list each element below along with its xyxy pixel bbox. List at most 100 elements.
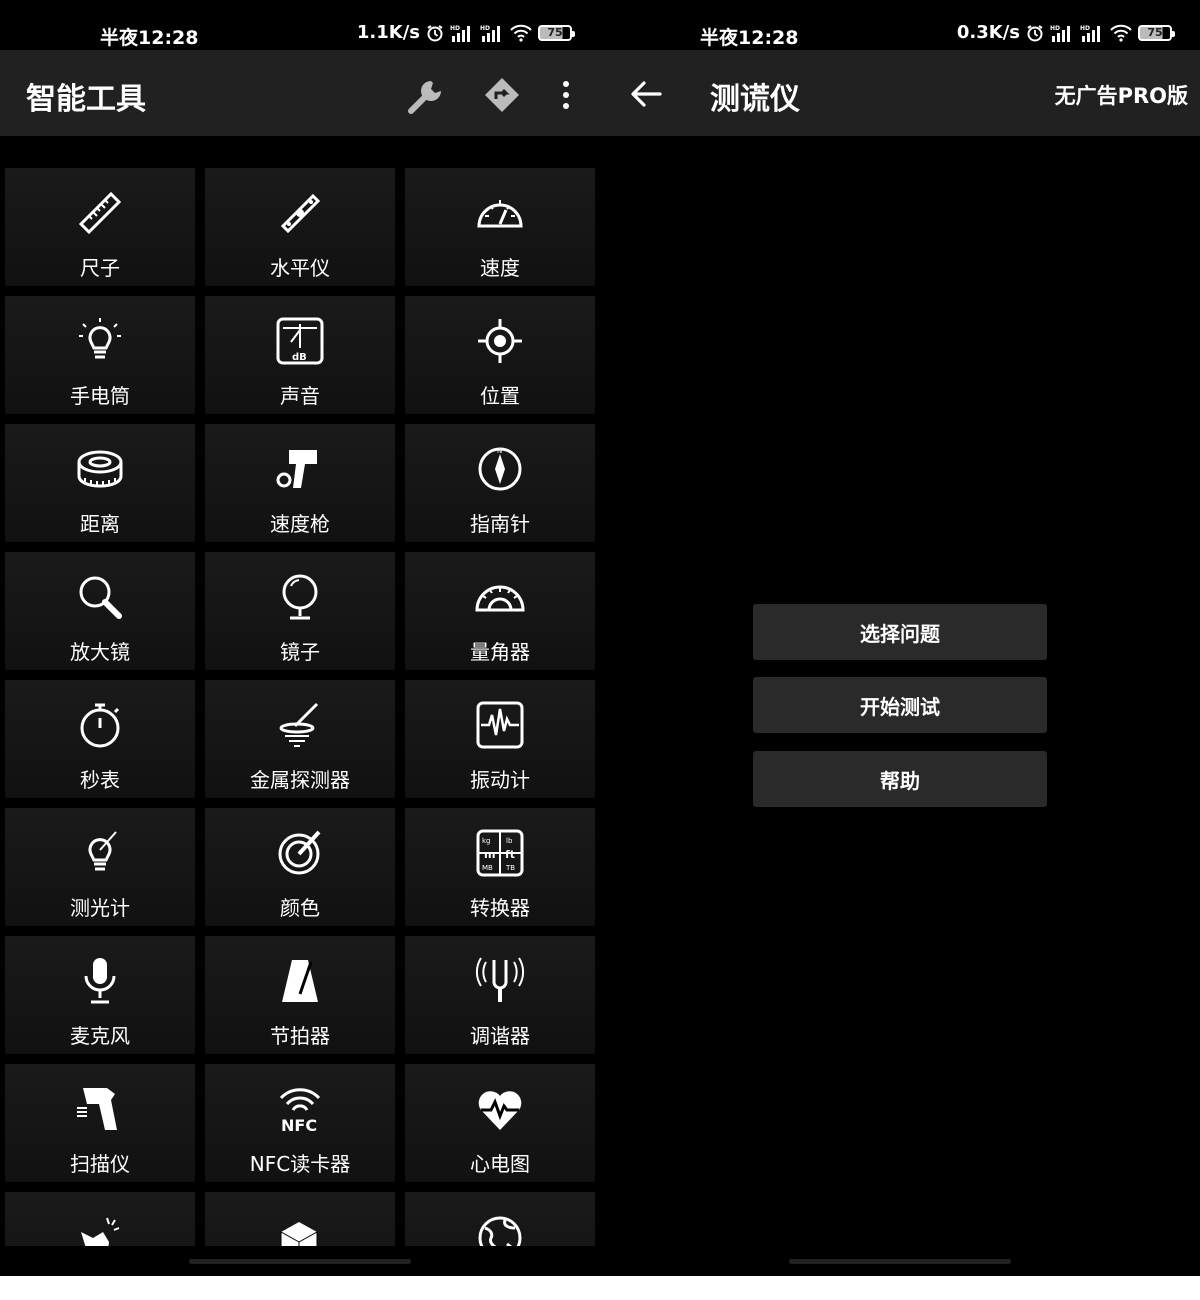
- speedometer-icon: [475, 188, 525, 238]
- wifi-icon: [1110, 24, 1132, 42]
- svg-text:TB: TB: [505, 864, 515, 872]
- tool-label: 转换器: [470, 896, 530, 920]
- tool-tile[interactable]: 位置: [405, 296, 595, 414]
- hand-icon: [75, 1212, 125, 1246]
- metronome-icon: [275, 956, 325, 1006]
- tool-label: 尺子: [80, 256, 120, 280]
- tool-label: 量角器: [470, 640, 530, 664]
- tool-tile[interactable]: [405, 1192, 595, 1246]
- tool-label: 距离: [80, 512, 120, 536]
- tool-tile[interactable]: 秒表: [5, 680, 195, 798]
- tool-tile[interactable]: 水平仪: [205, 168, 395, 286]
- tool-label: 秒表: [80, 768, 120, 792]
- protractor-icon: [475, 572, 525, 622]
- stopwatch-icon: [75, 700, 125, 750]
- tool-tile[interactable]: dB 声音: [205, 296, 395, 414]
- more-options-icon[interactable]: [544, 73, 588, 117]
- svg-text:HD: HD: [1050, 25, 1060, 32]
- wrench-icon[interactable]: [405, 73, 449, 117]
- tool-tile[interactable]: 振动计: [405, 680, 595, 798]
- tool-label: 手电筒: [70, 384, 130, 408]
- tool-tile[interactable]: 镜子: [205, 552, 395, 670]
- tool-label: 水平仪: [270, 256, 330, 280]
- network-speed: 0.3K/s: [956, 22, 1020, 43]
- light-meter-icon: [75, 828, 125, 878]
- mirror-icon: [275, 572, 325, 622]
- pro-version-button[interactable]: 无广告PRO版: [1055, 80, 1188, 110]
- svg-text:lb: lb: [506, 837, 513, 845]
- tool-tile[interactable]: 放大镜: [5, 552, 195, 670]
- ruler-icon: [75, 188, 125, 238]
- tool-label: 麦克风: [70, 1024, 130, 1048]
- tool-tile[interactable]: kg lb m ft MB TB 转换器: [405, 808, 595, 926]
- tool-tile[interactable]: 颜色: [205, 808, 395, 926]
- tool-grid: 尺子 水平仪 速度手电筒 dB 声音 位置距离 速度枪 N 指南针放大镜 镜子 量角器秒表 金属探测器…: [5, 168, 595, 1246]
- tool-tile[interactable]: 麦克风: [5, 936, 195, 1054]
- heart-rate-icon: [475, 1084, 525, 1134]
- color-icon: [275, 828, 325, 878]
- help-button[interactable]: 帮助: [753, 751, 1047, 807]
- select-question-button[interactable]: 选择问题: [753, 604, 1047, 660]
- svg-text:HD: HD: [450, 25, 460, 32]
- network-speed: 1.1K/s: [356, 22, 420, 43]
- tool-tile[interactable]: 测光计: [5, 808, 195, 926]
- svg-text:dB: dB: [292, 352, 307, 363]
- gesture-bar: [189, 1259, 411, 1264]
- tool-label: 镜子: [280, 640, 320, 664]
- tool-label: 振动计: [470, 768, 530, 792]
- dice-icon: [275, 1212, 325, 1246]
- gesture-bar: [789, 1259, 1011, 1264]
- status-bar: 半夜12:28 0.3K/s HD HD 75: [600, 0, 1200, 50]
- start-test-button[interactable]: 开始测试: [753, 677, 1047, 733]
- microphone-icon: [75, 956, 125, 1006]
- tool-tile[interactable]: 心电图: [405, 1064, 595, 1182]
- svg-text:HD: HD: [1080, 25, 1090, 32]
- scanner-icon: [75, 1084, 125, 1134]
- tool-label: 速度枪: [270, 512, 330, 536]
- directions-icon[interactable]: [480, 73, 524, 117]
- tool-tile[interactable]: NFC NFC读卡器: [205, 1064, 395, 1182]
- tool-tile[interactable]: 金属探测器: [205, 680, 395, 798]
- tuner-icon: [475, 956, 525, 1006]
- page-title: 测谎仪: [710, 82, 800, 117]
- tool-label: 测光计: [70, 896, 130, 920]
- status-indicators: 1.1K/s HD HD 75: [356, 22, 575, 43]
- lie-detector-screen: 半夜12:28 0.3K/s HD HD 75 测谎仪 无广告PRO版 选择问题…: [600, 0, 1200, 1276]
- tool-tile[interactable]: 量角器: [405, 552, 595, 670]
- tool-tile[interactable]: 速度: [405, 168, 595, 286]
- alarm-icon: [427, 24, 443, 41]
- svg-text:MB: MB: [482, 864, 493, 872]
- tool-label: 扫描仪: [70, 1152, 130, 1176]
- tool-tile[interactable]: [5, 1192, 195, 1246]
- tool-tile[interactable]: 手电筒: [5, 296, 195, 414]
- alarm-icon: [1027, 24, 1043, 41]
- status-time: 半夜12:28: [700, 27, 799, 49]
- tool-tile[interactable]: N 指南针: [405, 424, 595, 542]
- tool-label: 金属探测器: [250, 768, 350, 792]
- top-app-bar: 智能工具: [0, 50, 600, 136]
- svg-text:ft: ft: [505, 848, 515, 861]
- back-arrow-icon[interactable]: [626, 74, 666, 114]
- tool-label: 放大镜: [70, 640, 130, 664]
- level-icon: [275, 188, 325, 238]
- status-bar: 半夜12:28 1.1K/s HD HD 75: [0, 0, 600, 50]
- battery-icon: 75: [538, 24, 575, 41]
- tool-tile[interactable]: 扫描仪: [5, 1064, 195, 1182]
- flashlight-icon: [75, 316, 125, 366]
- tool-tile[interactable]: 速度枪: [205, 424, 395, 542]
- tool-tile[interactable]: 尺子: [5, 168, 195, 286]
- speed-gun-icon: [275, 444, 325, 494]
- svg-text:kg: kg: [482, 837, 491, 845]
- battery-icon: 75: [1138, 24, 1175, 41]
- status-time: 半夜12:28: [100, 27, 199, 49]
- tool-label: 节拍器: [270, 1024, 330, 1048]
- tape-measure-icon: [75, 444, 125, 494]
- tool-tile[interactable]: 节拍器: [205, 936, 395, 1054]
- decibel-meter-icon: dB: [275, 316, 325, 366]
- compass-icon: N: [475, 444, 525, 494]
- tools-screen: 半夜12:28 1.1K/s HD HD 75 智能工具 尺子 水平仪 速度手电筒 d…: [0, 0, 600, 1276]
- tool-tile[interactable]: 距离: [5, 424, 195, 542]
- tool-tile[interactable]: 调谐器: [405, 936, 595, 1054]
- tool-tile[interactable]: [205, 1192, 395, 1246]
- tool-label: 声音: [280, 384, 320, 408]
